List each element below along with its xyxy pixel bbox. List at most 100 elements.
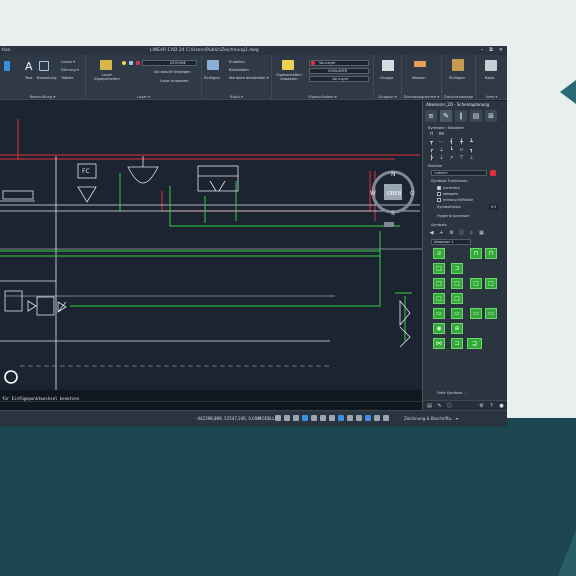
ortho-toggle-icon[interactable]	[293, 415, 299, 421]
model-tab[interactable]: MODELL	[258, 416, 275, 421]
grip-icon[interactable]	[4, 61, 10, 71]
tab-draw-icon[interactable]: ✎	[440, 110, 452, 122]
selection-cycle-icon[interactable]	[356, 415, 362, 421]
minimize-button[interactable]: –	[481, 46, 484, 55]
polar-toggle-icon[interactable]	[302, 415, 308, 421]
dimension-button[interactable]: Bemaßung	[37, 76, 56, 80]
snap-toggle-icon[interactable]	[284, 415, 290, 421]
cad-drawing[interactable]: FC OBEN N S W O	[0, 101, 422, 401]
elbow-tool-icon[interactable]: ┗	[448, 147, 455, 153]
symbol-tile[interactable]: □	[433, 293, 445, 304]
grid-toggle-icon[interactable]	[275, 415, 281, 421]
gizmo-toggle-icon[interactable]	[365, 415, 371, 421]
reducer-tool-icon[interactable]: ⟂	[438, 147, 445, 153]
create-block-button[interactable]: Erstellen	[229, 60, 245, 64]
nav-info-icon[interactable]: ⓘ	[458, 230, 465, 236]
layer-properties-icon[interactable]	[100, 60, 112, 70]
medium-dropdown[interactable]: <ohne>	[431, 170, 487, 176]
tab-menu-icon[interactable]: ≡	[425, 110, 437, 122]
mirror-tool-icon[interactable]: ⋈	[438, 131, 445, 137]
cap-tool-icon[interactable]: ┓	[468, 147, 475, 153]
tab-document-icon[interactable]: ▤	[470, 110, 482, 122]
tab-pipe-icon[interactable]: ∥	[455, 110, 467, 122]
symbol-tile[interactable]: ⊐	[451, 263, 463, 274]
join-tool-icon[interactable]: ⋯	[438, 139, 445, 145]
tee-tool-icon[interactable]: ┫	[448, 139, 455, 145]
sun-icon[interactable]	[129, 61, 133, 65]
nav-back-icon[interactable]: ◀	[428, 230, 435, 236]
symbol-tile[interactable]: ▭	[433, 308, 445, 319]
lightbulb-icon[interactable]	[122, 61, 126, 65]
category-dropdown[interactable]: Abwasser 1	[431, 239, 471, 245]
leader-dropdown[interactable]: Führung ▾	[61, 68, 79, 72]
symbol-tile[interactable]: ⋈	[433, 338, 445, 349]
text-button[interactable]: Text	[25, 76, 32, 80]
dimension-icon[interactable]	[39, 61, 49, 71]
arrow-tool-icon[interactable]: ↓	[438, 155, 445, 161]
annotation-scale-icon[interactable]	[347, 415, 353, 421]
nav-add-icon[interactable]: +	[438, 230, 445, 236]
cross-tool-icon[interactable]: ╋	[458, 139, 465, 145]
paste-button[interactable]: Einfügen	[449, 76, 465, 80]
command-input[interactable]	[0, 401, 422, 409]
valve-box-symbol[interactable]	[36, 296, 55, 316]
set-current-button[interactable]: Als aktuell festlegen	[154, 70, 191, 74]
checkbox-along-guide[interactable]	[437, 198, 441, 202]
color-dropdown[interactable]	[309, 60, 369, 66]
symbol-tile[interactable]: □	[433, 263, 445, 274]
symbol-tile[interactable]: ⊕	[451, 323, 463, 334]
symbol-tile[interactable]: □	[470, 278, 482, 289]
symbol-tile[interactable]: ⊓	[470, 248, 482, 259]
symbol-tile[interactable]: σ	[433, 248, 445, 259]
nav-settings-icon[interactable]: ⚙	[448, 230, 455, 236]
settings-icon[interactable]: ⚙	[478, 403, 485, 409]
edit-icon[interactable]: ✎	[436, 403, 443, 409]
medium-color-icon[interactable]	[490, 170, 496, 176]
group-icon[interactable]	[382, 60, 394, 71]
funnel-symbol[interactable]	[77, 186, 97, 203]
symbol-tile[interactable]: ▭	[470, 308, 482, 319]
layer-properties-button[interactable]: Layer Eigenschaften	[93, 73, 121, 81]
insert-block-button[interactable]: Einfügen	[204, 76, 220, 80]
insert-block-icon[interactable]	[207, 60, 219, 70]
checkbox-mirror[interactable]	[437, 192, 441, 196]
drawing-canvas[interactable]: FC OBEN N S W O	[0, 101, 422, 401]
fitting-tool-icon[interactable]: ┏	[428, 147, 435, 153]
symbol-tile[interactable]: ▭	[485, 308, 497, 319]
properties-icon[interactable]	[282, 60, 294, 70]
edit-attributes-button[interactable]: Attribute bearbeiten ▾	[229, 76, 269, 80]
washbasin-symbol[interactable]	[127, 166, 159, 184]
text-icon[interactable]: A	[25, 60, 33, 73]
symbol-tile[interactable]: ⊐	[451, 338, 463, 349]
dynamic-input-icon[interactable]	[338, 415, 344, 421]
tab-grid-icon[interactable]: ⊞	[485, 110, 497, 122]
base-view-icon[interactable]	[485, 60, 497, 71]
lineweight-toggle-icon[interactable]	[329, 415, 335, 421]
info-circle-icon[interactable]: ●	[498, 403, 505, 409]
layers-icon[interactable]: ▤	[426, 403, 433, 409]
free-symbols-link[interactable]: Freie Symbole ...	[437, 391, 467, 395]
pipe-tool-icon[interactable]: ⊓	[428, 131, 435, 137]
maximize-button[interactable]: ⧉	[489, 46, 493, 55]
linear-dropdown[interactable]: Linear ▾	[61, 60, 75, 64]
close-button[interactable]: ✕	[499, 46, 503, 55]
properties-button[interactable]: Eigenschaften anpassen	[274, 73, 304, 81]
accessoir-link[interactable]: Hygiene Accessoir	[437, 214, 470, 218]
edit-block-button[interactable]: Bearbeiten	[229, 68, 249, 72]
branch-tool-icon[interactable]: ┳	[428, 139, 435, 145]
viewcube-menu[interactable]	[384, 222, 394, 227]
base-view-button[interactable]: Basis	[485, 76, 494, 80]
symbol-tile[interactable]: □	[451, 278, 463, 289]
symbol-tile[interactable]: □	[485, 278, 497, 289]
layer-adjust-button[interactable]: Layer anpassen	[160, 79, 188, 83]
symbol-tile[interactable]: □	[451, 293, 463, 304]
factor-input[interactable]: 0.5	[489, 204, 498, 210]
tank-symbol[interactable]	[4, 290, 23, 312]
nav-gallery-icon[interactable]: ▦	[478, 230, 485, 236]
units-toggle-icon[interactable]	[374, 415, 380, 421]
symbol-tile[interactable]: ▭	[451, 308, 463, 319]
label-tool-icon[interactable]: ⊤	[458, 155, 465, 161]
measure-button[interactable]: Messen	[412, 76, 426, 80]
symbol-tile[interactable]: ◉	[433, 323, 445, 334]
measure-tool-icon[interactable]: ⊥	[468, 155, 475, 161]
